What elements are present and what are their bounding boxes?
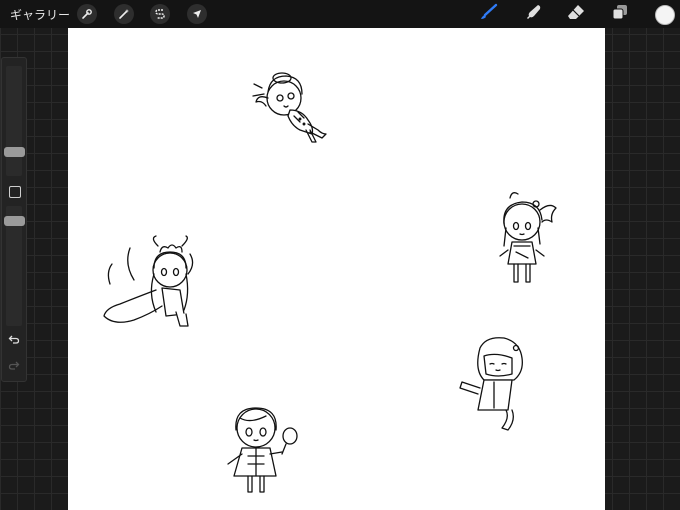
opacity-slider-thumb[interactable] — [4, 216, 25, 226]
color-picker-swatch[interactable] — [655, 5, 675, 25]
brush-tool-button[interactable] — [478, 3, 500, 25]
selection-s-icon — [154, 5, 166, 24]
undo-arrow-icon — [8, 330, 20, 349]
chibi-girl-lying-down-illustration — [252, 72, 327, 143]
arrow-cursor-icon — [191, 5, 203, 24]
redo-button[interactable] — [6, 358, 22, 372]
magic-wand-icon — [118, 5, 130, 24]
brush-icon — [479, 3, 499, 25]
chibi-girl-in-hood-illustration — [459, 337, 523, 431]
drawing-canvas[interactable] — [68, 28, 605, 510]
selection-button[interactable] — [150, 4, 170, 24]
redo-arrow-icon — [8, 356, 20, 375]
eraser-tool-button[interactable] — [565, 4, 587, 24]
undo-button[interactable] — [6, 332, 22, 346]
transform-button[interactable] — [187, 4, 207, 24]
brush-size-slider-thumb[interactable] — [4, 147, 25, 157]
layers-button[interactable] — [609, 4, 631, 24]
side-toolbar — [1, 57, 27, 382]
smudge-finger-icon — [524, 3, 544, 25]
layers-icon — [610, 3, 630, 25]
top-toolbar: ギャラリー — [0, 0, 680, 28]
brush-size-slider[interactable] — [4, 66, 25, 176]
smudge-tool-button[interactable] — [523, 4, 545, 24]
chibi-girl-with-side-ponytail-illustration — [499, 192, 557, 283]
wrench-icon — [81, 5, 93, 24]
adjustments-button[interactable] — [114, 4, 134, 24]
chibi-girl-with-mirror-illustration — [227, 407, 298, 493]
actions-button[interactable] — [77, 4, 97, 24]
eraser-icon — [566, 3, 586, 25]
gallery-button[interactable]: ギャラリー — [10, 6, 70, 23]
modify-button[interactable] — [9, 186, 21, 198]
opacity-slider[interactable] — [4, 206, 25, 326]
chibi-girl-with-tentacles-illustration — [103, 235, 194, 327]
